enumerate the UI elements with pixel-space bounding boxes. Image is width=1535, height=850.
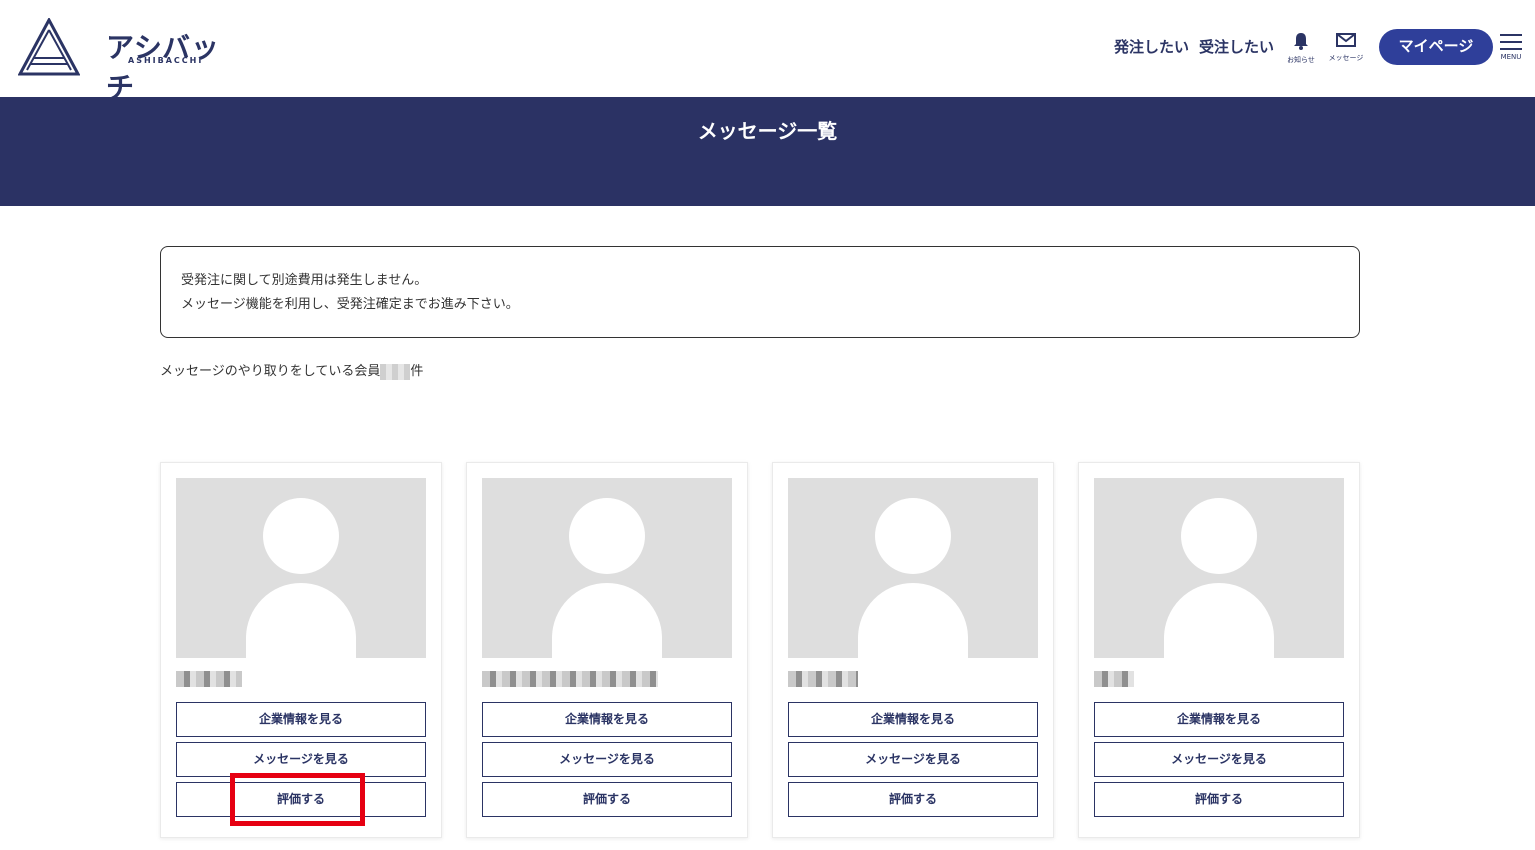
view-messages-button[interactable]: メッセージを見る: [788, 742, 1038, 777]
menu-icon-bar: [1500, 41, 1522, 43]
avatar: [176, 478, 426, 658]
rate-button[interactable]: 評価する: [482, 782, 732, 817]
envelope-icon: [1336, 33, 1356, 47]
company-info-button[interactable]: 企業情報を見る: [482, 702, 732, 737]
member-count-suffix: 件: [410, 364, 424, 379]
company-info-button[interactable]: 企業情報を見る: [788, 702, 1038, 737]
bell-icon: [1294, 33, 1308, 50]
nav-receive[interactable]: 受注したい: [1199, 36, 1274, 57]
view-messages-button[interactable]: メッセージを見る: [1094, 742, 1344, 777]
company-info-button[interactable]: 企業情報を見る: [176, 702, 426, 737]
menu-icon: [1500, 34, 1522, 36]
menu-caption: MENU: [1500, 53, 1522, 61]
rate-button[interactable]: 評価する: [788, 782, 1038, 817]
rate-button[interactable]: 評価する: [1094, 782, 1344, 817]
member-count-prefix: メッセージのやり取りをしている会員: [160, 364, 381, 379]
messages-caption: メッセージ: [1328, 54, 1364, 62]
avatar: [788, 478, 1038, 658]
avatar: [1094, 478, 1344, 658]
logo-subtext: ASHIBACCHI: [128, 56, 204, 65]
member-name-redacted: [482, 671, 658, 687]
member-name-redacted: [1094, 671, 1134, 687]
member-card: 企業情報を見る メッセージを見る 評価する: [772, 462, 1054, 838]
menu-icon-bar: [1500, 48, 1522, 50]
notice-line: メッセージ機能を利用し、受発注確定までお進み下さい。: [181, 297, 519, 312]
notifications-caption: お知らせ: [1287, 56, 1315, 64]
notice-box: 受発注に関して別途費用は発生しません。 メッセージ機能を利用し、受発注確定までお…: [160, 246, 1360, 338]
view-messages-button[interactable]: メッセージを見る: [482, 742, 732, 777]
logo-mark-icon: [18, 18, 80, 76]
messages-button[interactable]: メッセージ: [1326, 32, 1366, 63]
member-name-redacted: [176, 671, 242, 687]
logo[interactable]: アシバッチ ASHIBACCHI: [18, 18, 228, 104]
notifications-button[interactable]: お知らせ: [1285, 32, 1317, 65]
logo-text: アシバッチ: [106, 31, 221, 104]
menu-button[interactable]: MENU: [1497, 34, 1525, 61]
page-title: メッセージ一覧: [697, 119, 838, 143]
member-card: 企業情報を見る メッセージを見る 評価する: [1078, 462, 1360, 838]
rate-button[interactable]: 評価する: [176, 782, 426, 817]
member-count-value-redacted: [380, 363, 411, 380]
page-banner: メッセージ一覧: [0, 97, 1535, 206]
avatar: [482, 478, 732, 658]
site-header: アシバッチ ASHIBACCHI 発注したい 受注したい お知らせ メッセージ …: [0, 0, 1535, 104]
nav-order[interactable]: 発注したい: [1114, 36, 1189, 57]
company-info-button[interactable]: 企業情報を見る: [1094, 702, 1344, 737]
member-name-redacted: [788, 671, 858, 687]
mypage-button[interactable]: マイページ: [1379, 29, 1493, 65]
member-card: 企業情報を見る メッセージを見る 評価する: [466, 462, 748, 838]
view-messages-button[interactable]: メッセージを見る: [176, 742, 426, 777]
member-count: メッセージのやり取りをしている会員 件: [160, 360, 423, 380]
member-card: 企業情報を見る メッセージを見る 評価する: [160, 462, 442, 838]
notice-line: 受発注に関して別途費用は発生しません。: [181, 273, 428, 288]
